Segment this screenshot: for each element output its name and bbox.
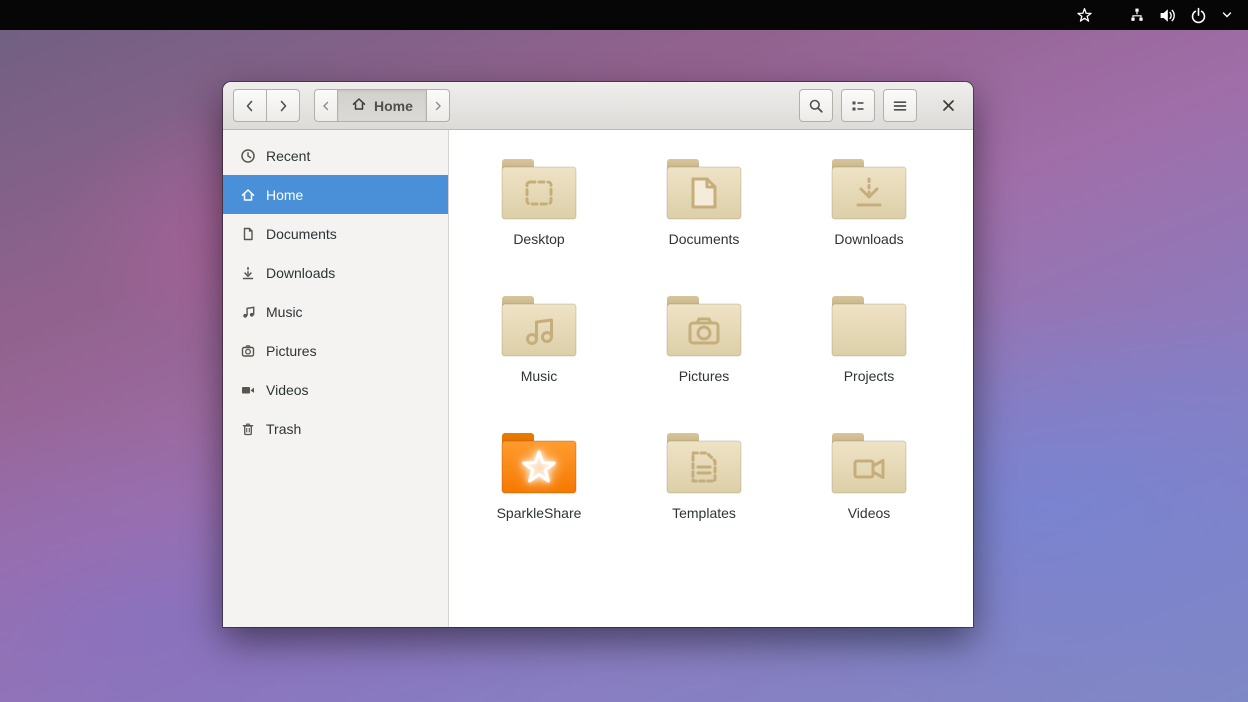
file-label: Projects [844,368,895,384]
system-status-area[interactable] [1122,0,1240,30]
file-label: Pictures [679,368,730,384]
folder-downloads-icon [824,155,914,225]
folder-documents-icon [659,155,749,225]
forward-button[interactable] [266,89,300,122]
folder-templates-icon [659,429,749,499]
sidebar-item-home[interactable]: Home [223,175,448,214]
window-content: Recent Home [223,130,973,627]
sidebar-item-label: Videos [266,382,309,398]
path-bar: Home [314,89,450,122]
file-item-templates[interactable]: Templates [629,429,779,544]
breadcrumb-label: Home [374,98,413,114]
gnome-top-bar [0,0,1248,30]
folder-desktop-icon [494,155,584,225]
sidebar-item-music[interactable]: Music [223,292,448,331]
files-window: Home [223,82,973,627]
file-item-documents[interactable]: Documents [629,155,779,270]
sidebar-item-recent[interactable]: Recent [223,136,448,175]
file-item-downloads[interactable]: Downloads [794,155,944,270]
back-button[interactable] [233,89,267,122]
camera-icon [240,343,256,359]
headerbar-actions [791,89,963,122]
home-icon [351,96,367,115]
trash-icon [240,421,256,437]
download-icon [240,265,256,281]
search-icon [808,98,824,114]
file-item-music[interactable]: Music [464,292,614,407]
breadcrumb-home[interactable]: Home [337,89,427,122]
sidebar-item-label: Recent [266,148,310,164]
headerbar: Home [223,82,973,130]
volume-icon [1152,0,1183,30]
folder-projects-icon [824,292,914,362]
folder-sparkleshare-icon [494,429,584,499]
desktop-wallpaper: Home [0,0,1248,702]
sidebar-item-pictures[interactable]: Pictures [223,331,448,370]
file-label: Templates [672,505,736,521]
file-label: SparkleShare [497,505,582,521]
file-label: Music [521,368,558,384]
places-sidebar: Recent Home [223,130,449,627]
sidebar-item-trash[interactable]: Trash [223,409,448,448]
menu-button[interactable] [883,89,917,122]
document-icon [240,226,256,242]
file-grid: Desktop Documents [449,130,973,627]
file-item-pictures[interactable]: Pictures [629,292,779,407]
file-label: Documents [669,231,740,247]
close-icon [941,98,956,113]
video-camera-icon [240,382,256,398]
favorites-star-icon[interactable] [1069,0,1100,30]
folder-videos-icon [824,429,914,499]
music-note-icon [240,304,256,320]
sidebar-item-label: Music [266,304,303,320]
hamburger-menu-icon [892,98,908,114]
path-next-button[interactable] [426,89,450,122]
network-share-icon [1122,0,1152,30]
file-label: Videos [848,505,891,521]
close-button[interactable] [933,89,963,122]
search-button[interactable] [799,89,833,122]
power-icon [1183,0,1214,30]
sidebar-item-downloads[interactable]: Downloads [223,253,448,292]
nav-buttons [233,89,300,122]
sidebar-item-documents[interactable]: Documents [223,214,448,253]
chevron-down-icon [1214,0,1240,30]
view-list-button[interactable] [841,89,875,122]
folder-music-icon [494,292,584,362]
file-item-videos[interactable]: Videos [794,429,944,544]
sidebar-item-videos[interactable]: Videos [223,370,448,409]
view-list-icon [850,98,866,114]
file-item-desktop[interactable]: Desktop [464,155,614,270]
file-label: Desktop [513,231,564,247]
sidebar-item-label: Documents [266,226,337,242]
recent-clock-icon [240,148,256,164]
sidebar-item-label: Downloads [266,265,335,281]
sidebar-item-label: Pictures [266,343,317,359]
path-previous-button[interactable] [314,89,338,122]
sidebar-item-label: Trash [266,421,301,437]
folder-pictures-icon [659,292,749,362]
file-item-sparkleshare[interactable]: SparkleShare [464,429,614,544]
file-item-projects[interactable]: Projects [794,292,944,407]
file-label: Downloads [834,231,903,247]
sidebar-item-label: Home [266,187,303,203]
home-icon [240,187,256,203]
